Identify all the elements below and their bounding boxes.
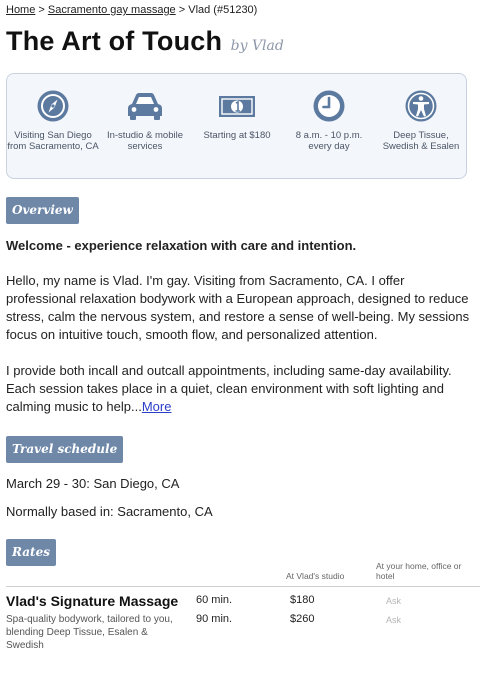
travel-schedule-heading: Travel schedule — [6, 436, 124, 463]
feature-label: 8 a.m. - 10 p.m. every day — [295, 130, 363, 152]
read-more-link[interactable]: More — [142, 399, 172, 414]
column-header-studio: At Vlad's studio — [286, 571, 345, 581]
rates-divider — [6, 586, 480, 587]
breadcrumb-home-link[interactable]: Home — [6, 4, 35, 16]
byline: by Vlad — [230, 38, 284, 54]
money-bill-icon — [219, 96, 255, 117]
feature-label: In-studio & mobile services — [106, 130, 184, 152]
column-header-home: At your home, office or hotel — [376, 561, 462, 581]
home-base-label: Normally based in: — [6, 504, 114, 519]
compass-icon — [37, 90, 69, 122]
breadcrumb: Home > Sacramento gay massage > Vlad (#5… — [6, 4, 257, 16]
home-base-value: Sacramento, CA — [113, 504, 213, 519]
service-description: Spa-quality bodywork, tailored to you, b… — [6, 614, 173, 651]
rate-duration: 60 min. — [196, 594, 233, 606]
travel-location: San Diego, CA — [89, 476, 180, 491]
overview-paragraph: Hello, my name is Vlad. I'm gay. Visitin… — [6, 273, 470, 342]
breadcrumb-separator: > — [175, 4, 189, 16]
travel-dates: March 29 - 30: San Diego, CA — [6, 476, 179, 491]
overview-paragraph-text: I provide both incall and outcall appoin… — [6, 363, 452, 414]
home-base: Normally based in: Sacramento, CA — [6, 504, 213, 519]
breadcrumb-current: Vlad (#51230) — [188, 4, 258, 16]
feature-label: Starting at $180 — [203, 130, 271, 141]
rate-studio-price: $180 — [290, 594, 315, 606]
rate-duration: 90 min. — [196, 613, 233, 625]
overview-paragraph: I provide both incall and outcall appoin… — [6, 362, 476, 416]
page-title: The Art of Touch — [6, 26, 223, 56]
clock-icon — [313, 90, 345, 122]
breadcrumb-category-link[interactable]: Sacramento gay massage — [48, 4, 176, 16]
overview-intro: Welcome - experience relaxation with car… — [6, 238, 357, 253]
car-icon — [128, 93, 162, 120]
feature-label: Visiting San Diego from Sacramento, CA — [7, 130, 99, 152]
features-panel: Visiting San Diego from Sacramento, CA I… — [6, 73, 467, 179]
service-name: Vlad's Signature Massage — [6, 593, 179, 609]
rate-studio-price: $260 — [290, 613, 315, 625]
person-icon — [405, 90, 437, 122]
rate-home-price: Ask — [386, 596, 402, 606]
rates-heading: Rates — [6, 539, 56, 566]
page-header: The Art of Touch by Vlad — [6, 26, 284, 57]
rate-home-price: Ask — [386, 615, 402, 625]
breadcrumb-separator: > — [35, 4, 48, 16]
overview-heading: Overview — [6, 197, 79, 224]
feature-label: Deep Tissue, Swedish & Esalen — [382, 130, 460, 152]
travel-dates-label: March 29 - 30: — [6, 476, 90, 491]
